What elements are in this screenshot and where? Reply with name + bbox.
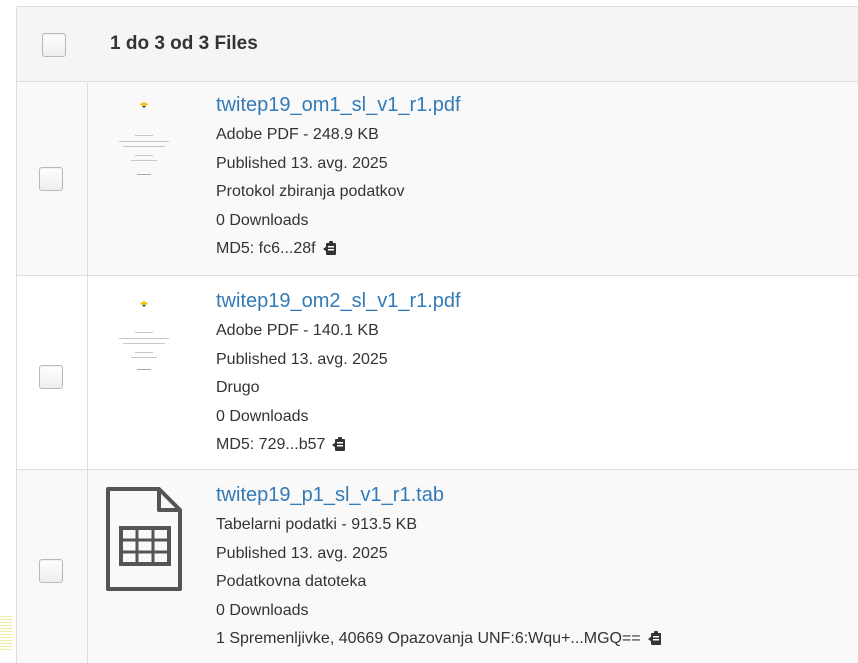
file-checksum: MD5: fc6...28f [216, 240, 316, 257]
pdf-thumbnail[interactable] [105, 91, 183, 199]
file-info: twitep19_om2_sl_v1_r1.pdf Adobe PDF - 14… [216, 289, 461, 460]
file-info: twitep19_p1_sl_v1_r1.tab Tabelarni podat… [216, 483, 663, 654]
file-downloads: 0 Downloads [216, 601, 309, 619]
files-count-title: 1 do 3 od 3 Files [110, 33, 258, 54]
logo-icon [140, 301, 148, 307]
file-row: twitep19_om1_sl_v1_r1.pdf Adobe PDF - 24… [17, 82, 858, 276]
file-downloads: 0 Downloads [216, 211, 309, 229]
clipboard-copy-icon[interactable] [322, 240, 338, 256]
file-row: twitep19_p1_sl_v1_r1.tab Tabelarni podat… [17, 470, 858, 663]
file-category: Protokol zbiranja podatkov [216, 183, 405, 200]
file-checksum: MD5: 729...b57 [216, 436, 326, 453]
file-checksum-line: MD5: fc6...28f [216, 235, 461, 264]
file-name-link[interactable]: twitep19_p1_sl_v1_r1.tab [216, 483, 663, 507]
file-row: twitep19_om2_sl_v1_r1.pdf Adobe PDF - 14… [17, 276, 858, 470]
page-edge-marker [0, 614, 12, 650]
row-select-cell [17, 276, 88, 469]
file-category: Podatkovna datoteka [216, 573, 367, 590]
file-name-link[interactable]: twitep19_om2_sl_v1_r1.pdf [216, 289, 461, 313]
file-category: Drugo [216, 379, 260, 396]
pdf-thumbnail[interactable] [105, 290, 183, 398]
file-select-checkbox[interactable] [39, 365, 63, 389]
files-table: 1 do 3 od 3 Files twitep19_om1_sl_v1_r1.… [16, 6, 858, 663]
file-published-date: Published 13. avg. 2025 [216, 154, 388, 172]
files-table-header: 1 do 3 od 3 Files [17, 7, 858, 82]
clipboard-copy-icon[interactable] [331, 436, 347, 452]
file-type-size: Adobe PDF - 140.1 KB [216, 322, 379, 339]
row-select-cell [17, 470, 88, 663]
clipboard-copy-icon[interactable] [647, 630, 663, 646]
file-type-size: Adobe PDF - 248.9 KB [216, 126, 379, 143]
file-select-checkbox[interactable] [39, 167, 63, 191]
select-all-checkbox[interactable] [42, 33, 66, 57]
file-name-link[interactable]: twitep19_om1_sl_v1_r1.pdf [216, 93, 461, 117]
file-select-checkbox[interactable] [39, 559, 63, 583]
file-checksum-line: MD5: 729...b57 [216, 431, 461, 460]
file-checksum: 1 Spremenljivke, 40669 Opazovanja UNF:6:… [216, 630, 641, 647]
logo-icon [140, 102, 148, 108]
row-select-cell [17, 82, 88, 275]
file-checksum-line: 1 Spremenljivke, 40669 Opazovanja UNF:6:… [216, 625, 663, 654]
file-type-size: Tabelarni podatki - 913.5 KB [216, 516, 418, 533]
tabular-file-icon[interactable] [105, 486, 183, 594]
file-published-date: Published 13. avg. 2025 [216, 544, 388, 562]
file-published-date: Published 13. avg. 2025 [216, 350, 388, 368]
file-info: twitep19_om1_sl_v1_r1.pdf Adobe PDF - 24… [216, 93, 461, 264]
file-downloads: 0 Downloads [216, 407, 309, 425]
